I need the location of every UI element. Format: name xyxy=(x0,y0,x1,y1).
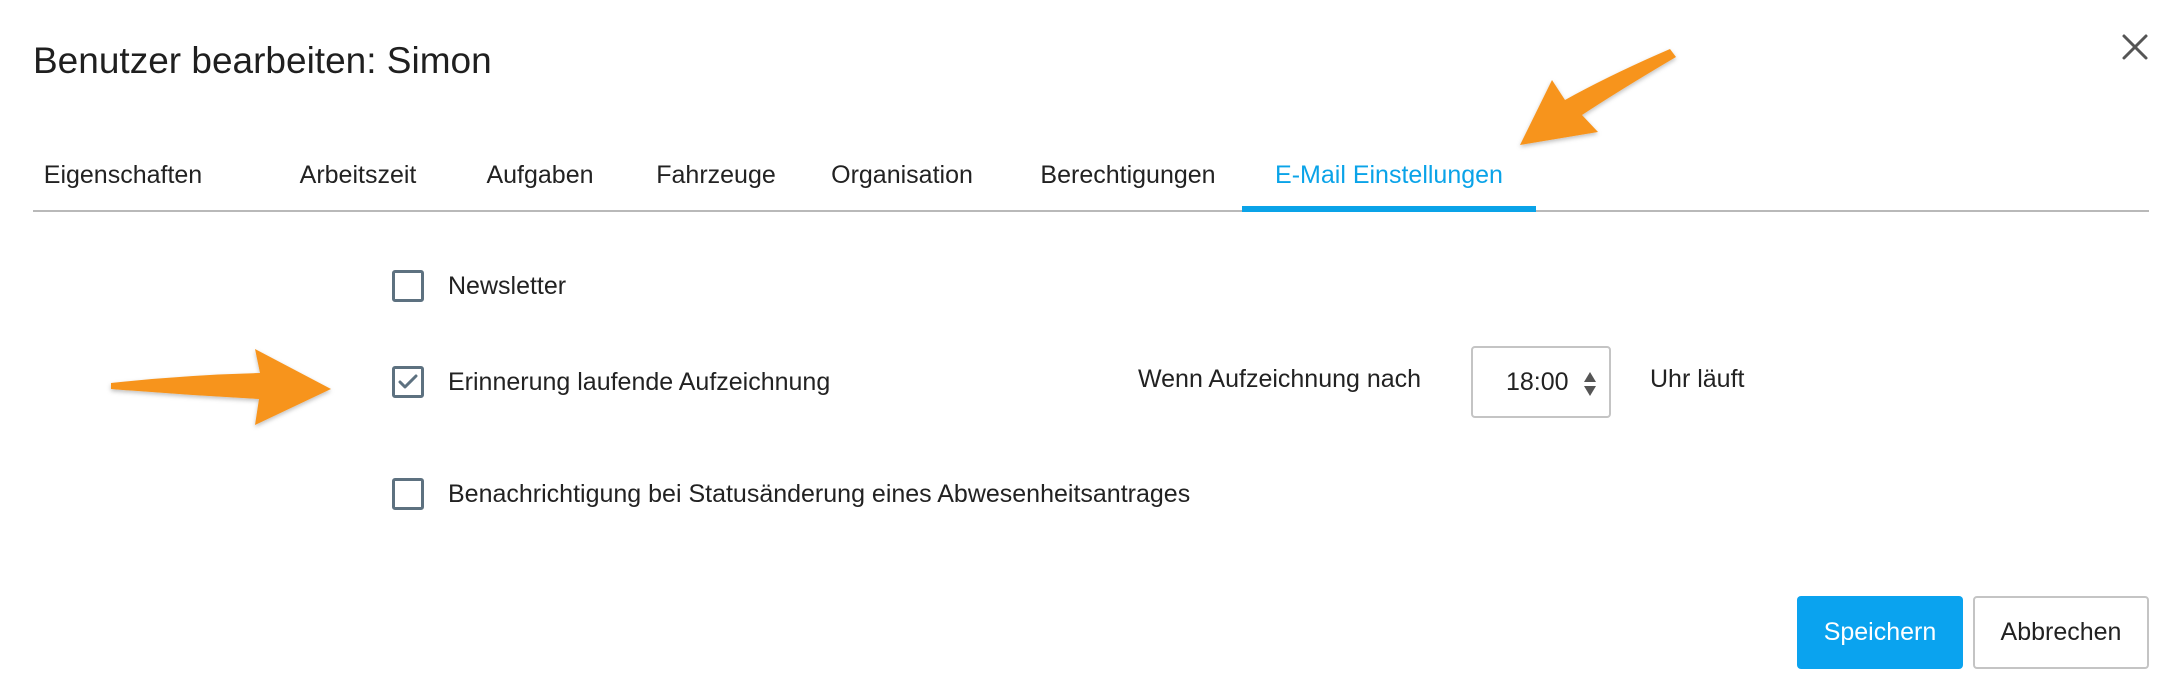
reminder-time-input[interactable]: 18:00 xyxy=(1471,346,1611,418)
edit-user-dialog: Benutzer bearbeiten: Simon Eigenschaften… xyxy=(0,0,2182,696)
reminder-condition-label: Wenn Aufzeichnung nach xyxy=(1138,365,1422,393)
checkmark-icon xyxy=(398,374,418,389)
close-icon xyxy=(2122,34,2148,60)
tab-email-einstellungen[interactable]: E-Mail Einstellungen xyxy=(1242,140,1536,212)
tab-organisation[interactable]: Organisation xyxy=(817,140,987,210)
absence-notification-checkbox[interactable] xyxy=(392,478,424,510)
reminder-label: Erinnerung laufende Aufzeichnung xyxy=(448,367,831,396)
reminder-time-value: 18:00 xyxy=(1506,367,1569,396)
cancel-button[interactable]: Abbrechen xyxy=(1973,596,2149,669)
absence-notification-label: Benachrichtigung bei Statusänderung eine… xyxy=(448,479,1191,508)
newsletter-row: Newsletter xyxy=(392,270,566,302)
reminder-checkbox[interactable] xyxy=(392,366,424,398)
tab-bar: Eigenschaften Arbeitszeit Aufgaben Fahrz… xyxy=(33,140,2149,212)
tab-arbeitszeit[interactable]: Arbeitszeit xyxy=(283,140,433,210)
close-button[interactable] xyxy=(2112,24,2158,70)
tab-aufgaben[interactable]: Aufgaben xyxy=(465,140,615,210)
dialog-title: Benutzer bearbeiten: Simon xyxy=(33,40,492,81)
tab-fahrzeuge[interactable]: Fahrzeuge xyxy=(641,140,791,210)
absence-notification-row: Benachrichtigung bei Statusänderung eine… xyxy=(392,478,1190,510)
newsletter-label: Newsletter xyxy=(448,271,567,300)
reminder-time-suffix: Uhr läuft xyxy=(1650,365,1745,393)
up-down-spinner-icon[interactable] xyxy=(1583,370,1597,398)
newsletter-checkbox[interactable] xyxy=(392,270,424,302)
tab-eigenschaften[interactable]: Eigenschaften xyxy=(33,140,213,210)
save-button[interactable]: Speichern xyxy=(1797,596,1963,669)
annotation-arrow-icon xyxy=(1520,49,1676,145)
annotation-arrow-icon xyxy=(111,349,331,425)
tab-berechtigungen[interactable]: Berechtigungen xyxy=(1023,140,1233,210)
reminder-row: Erinnerung laufende Aufzeichnung xyxy=(392,366,830,398)
